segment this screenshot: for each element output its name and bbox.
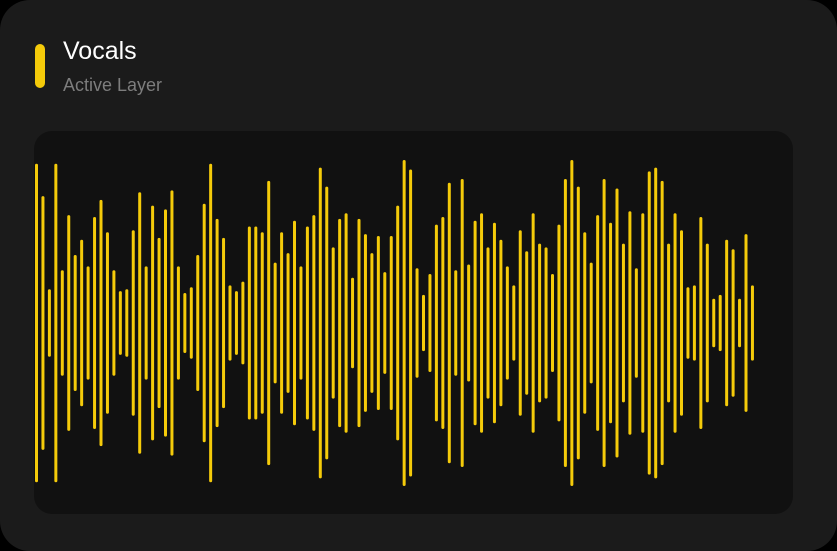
- layer-card: Vocals Active Layer: [0, 0, 837, 551]
- layer-name: Vocals: [63, 37, 137, 65]
- layer-status: Active Layer: [63, 75, 163, 95]
- waveform: [35, 160, 754, 486]
- layer-color-indicator: [35, 44, 45, 88]
- waveform-panel[interactable]: [34, 131, 793, 514]
